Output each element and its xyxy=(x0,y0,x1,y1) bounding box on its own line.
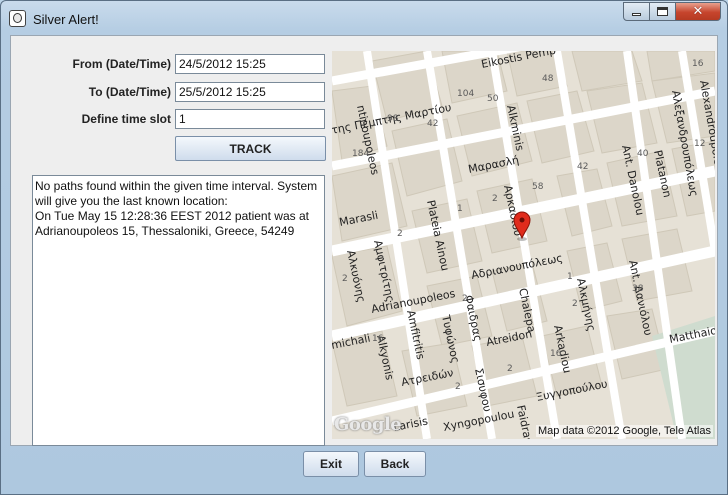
house-number: 1 xyxy=(567,272,573,282)
house-number: 2 xyxy=(342,274,348,284)
house-number: 16 xyxy=(550,349,562,359)
content-panel: From (Date/Time) 24/5/2012 15:25 To (Dat… xyxy=(10,35,718,446)
close-button[interactable]: ✕ xyxy=(676,2,721,21)
house-number: 42 xyxy=(427,119,438,129)
exit-button[interactable]: Exit xyxy=(303,451,359,477)
caption-buttons: ✕ xyxy=(623,2,721,22)
house-number: 2 xyxy=(462,294,468,304)
close-icon: ✕ xyxy=(692,4,704,19)
house-number: 2 xyxy=(507,364,513,374)
house-number: 2 xyxy=(397,229,403,239)
to-datetime-field[interactable]: 25/5/2012 15:25 xyxy=(175,82,325,102)
house-number: 58 xyxy=(532,182,544,192)
house-number: 16 xyxy=(372,334,384,344)
main-window: Silver Alert! ✕ From (Date/Time) 24/5/20… xyxy=(0,0,728,495)
house-number: 48 xyxy=(542,74,554,84)
house-number: 2 xyxy=(492,194,498,204)
output-line: No paths found within the given time int… xyxy=(35,179,318,208)
to-label: To (Date/Time) xyxy=(88,85,171,99)
house-number: 98 xyxy=(387,114,399,124)
house-number: 2 xyxy=(455,382,461,392)
house-number: 16 xyxy=(692,59,704,69)
house-number: 40 xyxy=(637,149,649,159)
house-number: 184 xyxy=(352,149,369,159)
window-title: Silver Alert! xyxy=(33,12,99,27)
track-button[interactable]: TRACK xyxy=(175,136,326,161)
house-number: 1 xyxy=(457,204,463,214)
google-logo[interactable]: Google xyxy=(334,414,402,435)
house-number: 42 xyxy=(577,162,588,172)
time-slot-label: Define time slot xyxy=(81,112,171,126)
house-number: 50 xyxy=(487,94,499,104)
house-number: 2 xyxy=(572,299,578,309)
map-canvas: Eikostis Pemp ntinoupoleos Αλεξανδρουπόλ… xyxy=(332,51,715,439)
time-slot-field[interactable]: 1 xyxy=(175,109,325,129)
house-number: 104 xyxy=(457,89,474,99)
minimize-button[interactable] xyxy=(623,2,650,21)
title-bar[interactable]: Silver Alert! ✕ xyxy=(1,1,727,35)
map-view[interactable]: Eikostis Pemp ntinoupoleos Αλεξανδρουπόλ… xyxy=(332,51,715,439)
maximize-icon xyxy=(657,7,668,16)
output-line: On Tue May 15 12:28:36 EEST 2012 patient… xyxy=(35,209,309,238)
house-number: 38 xyxy=(632,284,644,294)
output-textarea[interactable]: No paths found within the given time int… xyxy=(32,175,325,446)
back-button[interactable]: Back xyxy=(364,451,426,477)
from-label: From (Date/Time) xyxy=(72,57,171,71)
minimize-icon xyxy=(632,13,641,16)
app-icon xyxy=(9,10,26,27)
map-attribution[interactable]: Map data ©2012 Google, Tele Atlas xyxy=(535,425,713,437)
maximize-button[interactable] xyxy=(650,2,676,21)
house-number: 12 xyxy=(694,139,705,149)
from-datetime-field[interactable]: 24/5/2012 15:25 xyxy=(175,54,325,74)
